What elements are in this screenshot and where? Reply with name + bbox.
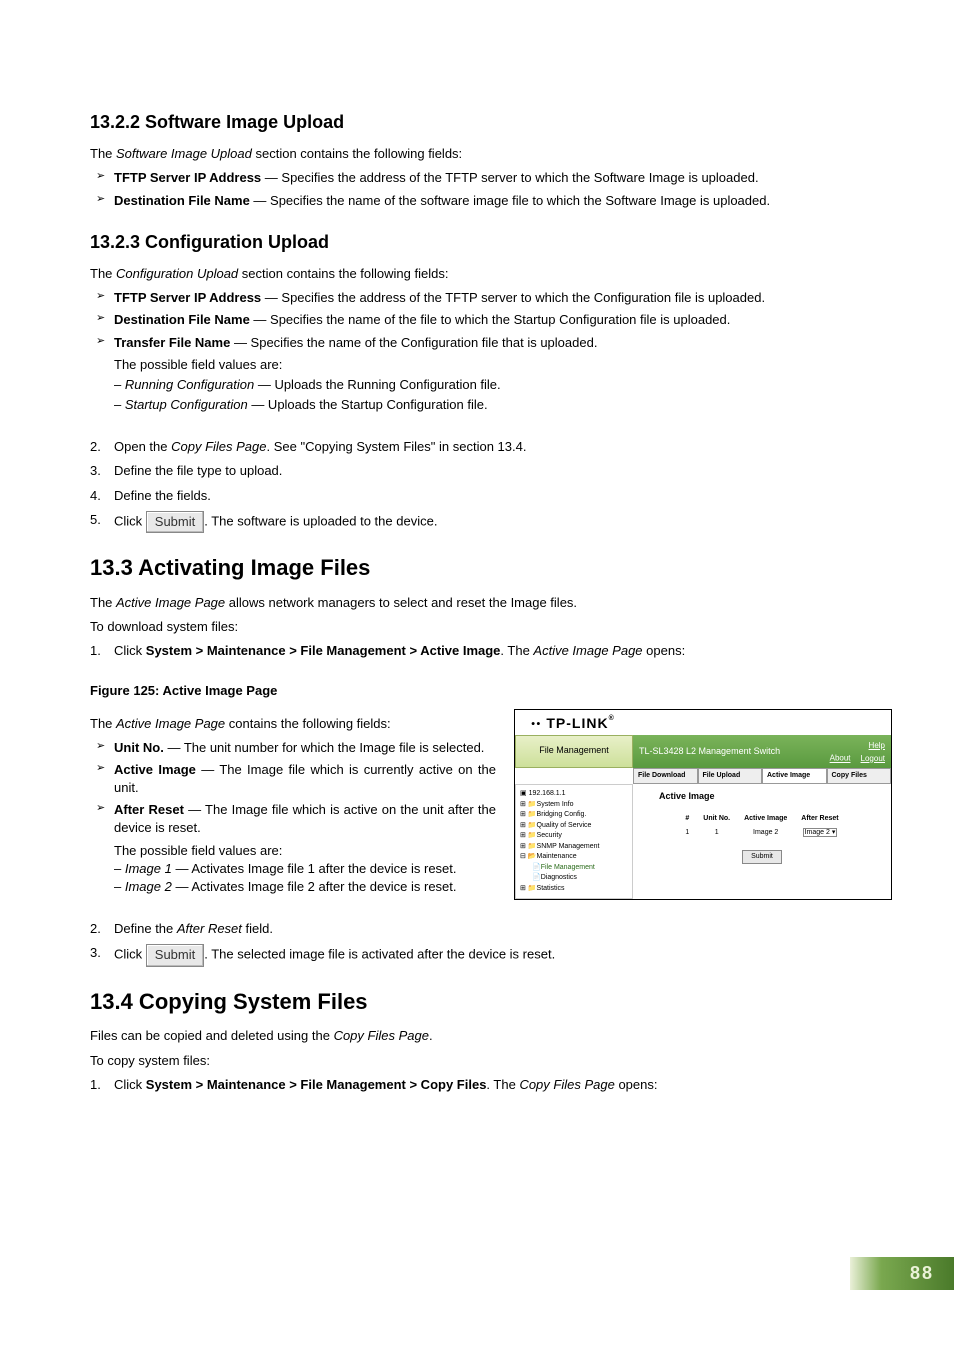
tree-snmp[interactable]: ⊞ 📁SNMP Management bbox=[520, 842, 628, 853]
after-reset-select[interactable]: Image 2 ▾ bbox=[803, 828, 838, 837]
table-row: 1 1 Image 2 Image 2 ▾ bbox=[679, 827, 844, 839]
tab-copy-files[interactable]: Copy Files bbox=[827, 768, 892, 784]
header-bar: TL-SL3428 L2 Management Switch About Hel… bbox=[633, 735, 891, 768]
bullet-transfer-filename: Transfer File Name — Specifies the name … bbox=[90, 334, 894, 415]
heading-1322: 13.2.2 Software Image Upload bbox=[90, 110, 894, 135]
step-5: 5.Click Submit. The software is uploaded… bbox=[90, 511, 894, 533]
submit-button-img-2: Submit bbox=[146, 944, 204, 966]
nav-tree: ▣ 192.168.1.1 ⊞ 📁System Info ⊞ 📁Bridging… bbox=[515, 784, 633, 899]
main-title: Active Image bbox=[659, 790, 883, 803]
bullet-tftp-address: TFTP Server IP Address — Specifies the a… bbox=[90, 169, 894, 187]
intro-1323: The Configuration Upload section contain… bbox=[90, 265, 894, 283]
main-panel: Active Image # Unit No. Active Image Aft… bbox=[633, 784, 891, 899]
tree-security[interactable]: ⊞ 📁Security bbox=[520, 831, 628, 842]
tabs: File Download File Upload Active Image C… bbox=[633, 768, 891, 784]
field-after-reset: After Reset — The Image file which is ac… bbox=[90, 801, 496, 896]
bullet-dest-filename: Destination File Name — Specifies the na… bbox=[90, 192, 894, 210]
bullet-dest-filename-2: Destination File Name — Specifies the na… bbox=[90, 311, 894, 329]
field-unit-no: Unit No. — The unit number for which the… bbox=[90, 739, 496, 757]
opt-running-config: – Running Configuration — Uploads the Ru… bbox=[114, 376, 894, 394]
steps-134: 1.Click System > Maintenance > File Mana… bbox=[90, 1076, 894, 1094]
heading-133: 13.3 Activating Image Files bbox=[90, 553, 894, 584]
tree-qos[interactable]: ⊞ 📁Quality of Service bbox=[520, 821, 628, 832]
opt-startup-config: – Startup Configuration — Uploads the St… bbox=[114, 396, 894, 414]
possible-values-label: The possible field values are: bbox=[114, 356, 894, 374]
step-2: 2.Open the Copy Files Page. See "Copying… bbox=[90, 438, 894, 456]
tree-system-info[interactable]: ⊞ 📁System Info bbox=[520, 800, 628, 811]
step-133-3: 3.Click Submit. The selected image file … bbox=[90, 944, 894, 966]
screenshot-active-image: ●● TP-LINK® File Management TL-SL3428 L2… bbox=[514, 709, 892, 901]
opt-image-1: – Image 1 — Activates Image file 1 after… bbox=[114, 860, 496, 878]
logo-tplink: ●● TP-LINK® bbox=[515, 710, 891, 736]
step-134-1: 1.Click System > Maintenance > File Mana… bbox=[90, 1076, 894, 1094]
list-133-fields: Unit No. — The unit number for which the… bbox=[90, 739, 496, 897]
field-active-image: Active Image — The Image file which is c… bbox=[90, 761, 496, 797]
step-3: 3.Define the file type to upload. bbox=[90, 462, 894, 480]
steps-133-2: 2.Define the After Reset field. 3.Click … bbox=[90, 920, 894, 966]
tree-diagnostics[interactable]: 📄Diagnostics bbox=[520, 873, 628, 884]
intro-134: Files can be copied and deleted using th… bbox=[90, 1027, 894, 1045]
tab-file-upload[interactable]: File Upload bbox=[698, 768, 763, 784]
steps-upload: 2.Open the Copy Files Page. See "Copying… bbox=[90, 438, 894, 533]
fields-intro-133: The Active Image Page contains the follo… bbox=[90, 715, 496, 733]
to-download: To download system files: bbox=[90, 618, 894, 636]
heading-134: 13.4 Copying System Files bbox=[90, 987, 894, 1018]
tree-file-mgmt[interactable]: 📄File Management bbox=[520, 863, 628, 874]
logout-link[interactable]: Logout bbox=[861, 754, 885, 763]
tree-statistics[interactable]: ⊞ 📁Statistics bbox=[520, 884, 628, 895]
image-table: # Unit No. Active Image After Reset 1 1 … bbox=[677, 811, 846, 841]
intro-133: The Active Image Page allows network man… bbox=[90, 594, 894, 612]
panel-title: File Management bbox=[515, 735, 633, 768]
about-link[interactable]: About bbox=[830, 754, 851, 763]
submit-button[interactable]: Submit bbox=[742, 850, 782, 864]
intro-1322: The Software Image Upload section contai… bbox=[90, 145, 894, 163]
step-133-1: 1.Click System > Maintenance > File Mana… bbox=[90, 642, 894, 660]
step-4: 4.Define the fields. bbox=[90, 487, 894, 505]
figure-caption-125: Figure 125: Active Image Page bbox=[90, 682, 894, 700]
submit-button-img: Submit bbox=[146, 511, 204, 533]
tree-root[interactable]: ▣ 192.168.1.1 bbox=[520, 789, 628, 800]
list-1323: TFTP Server IP Address — Specifies the a… bbox=[90, 289, 894, 414]
page-number: 88 bbox=[850, 1257, 954, 1290]
help-link[interactable]: Help bbox=[869, 741, 885, 750]
step-133-2: 2.Define the After Reset field. bbox=[90, 920, 894, 938]
heading-1323: 13.2.3 Configuration Upload bbox=[90, 230, 894, 255]
steps-133-1: 1.Click System > Maintenance > File Mana… bbox=[90, 642, 894, 660]
tree-bridging[interactable]: ⊞ 📁Bridging Config. bbox=[520, 810, 628, 821]
tree-maintenance[interactable]: ⊟ 📂Maintenance bbox=[520, 852, 628, 863]
tab-file-download[interactable]: File Download bbox=[633, 768, 698, 784]
to-copy: To copy system files: bbox=[90, 1052, 894, 1070]
bullet-tftp-address-2: TFTP Server IP Address — Specifies the a… bbox=[90, 289, 894, 307]
list-1322: TFTP Server IP Address — Specifies the a… bbox=[90, 169, 894, 209]
possible-values-label-2: The possible field values are: bbox=[114, 842, 496, 860]
opt-image-2: – Image 2 — Activates Image file 2 after… bbox=[114, 878, 496, 896]
tab-active-image[interactable]: Active Image bbox=[762, 768, 827, 784]
